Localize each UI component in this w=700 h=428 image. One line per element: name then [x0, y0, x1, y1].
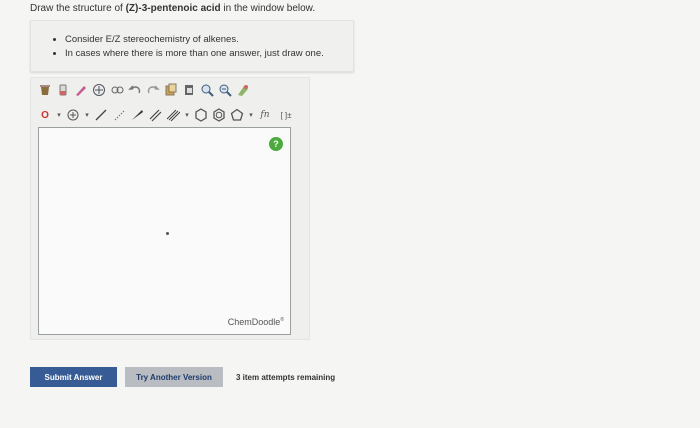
- help-label: ?: [273, 139, 279, 149]
- function-label: fn: [260, 110, 270, 120]
- element-label: O: [41, 109, 49, 121]
- canvas-dot: [166, 232, 169, 235]
- compound-name: (Z)-3-pentenoic acid: [125, 3, 221, 14]
- chevron-down-icon[interactable]: ▾: [55, 107, 63, 123]
- wedge-bond-icon[interactable]: [129, 107, 145, 123]
- element-menu[interactable]: O: [37, 107, 53, 123]
- hint-item: Consider E/Z stereochemistry of alkenes.: [65, 33, 353, 47]
- hint-item: In cases where there is more than one an…: [65, 47, 353, 61]
- chemdoodle-brand: ChemDoodle®: [227, 317, 284, 327]
- attempts-remaining: 3 item attempts remaining: [236, 373, 336, 382]
- copy-icon[interactable]: [163, 82, 179, 98]
- zoom-in-icon[interactable]: [199, 82, 215, 98]
- undo-icon[interactable]: [127, 82, 143, 98]
- chemdoodle-editor: O ▾ ▾ ▾ ▾ fn [ ]± ? ChemDoodle®: [30, 77, 310, 340]
- toolbar-row-2: O ▾ ▾ ▾ ▾ fn [ ]±: [37, 106, 297, 124]
- hash-bond-icon[interactable]: [111, 107, 127, 123]
- hints-box: Consider E/Z stereochemistry of alkenes.…: [30, 20, 354, 72]
- clean-icon[interactable]: [235, 82, 251, 98]
- prompt-text-after: in the window below.: [220, 3, 316, 14]
- charge-menu[interactable]: [65, 107, 81, 123]
- help-icon[interactable]: ?: [269, 137, 283, 151]
- single-bond-icon[interactable]: [93, 107, 109, 123]
- hexagon-ring-icon[interactable]: [193, 107, 209, 123]
- drawing-canvas[interactable]: ? ChemDoodle®: [38, 127, 291, 335]
- brand-label: ChemDoodle: [227, 317, 281, 327]
- zoom-out-icon[interactable]: [217, 82, 233, 98]
- pen-icon[interactable]: [73, 82, 89, 98]
- redo-icon[interactable]: [145, 82, 161, 98]
- try-another-version-button[interactable]: Try Another Version: [125, 367, 223, 387]
- double-bond-icon[interactable]: [147, 107, 163, 123]
- toolbar-row-1: [37, 81, 251, 99]
- pentagon-ring-icon[interactable]: [229, 107, 245, 123]
- chain-icon[interactable]: [109, 82, 125, 98]
- submit-answer-button[interactable]: Submit Answer: [30, 367, 117, 387]
- hints-list: Consider E/Z stereochemistry of alkenes.…: [31, 21, 353, 61]
- function-menu[interactable]: fn: [257, 107, 273, 123]
- chevron-down-icon[interactable]: ▾: [83, 107, 91, 123]
- benzene-ring-icon[interactable]: [211, 107, 227, 123]
- bracket-menu[interactable]: [ ]±: [275, 107, 297, 123]
- erase-icon[interactable]: [55, 82, 71, 98]
- triple-bond-icon[interactable]: [165, 107, 181, 123]
- paste-icon[interactable]: [181, 82, 197, 98]
- chevron-down-icon[interactable]: ▾: [247, 107, 255, 123]
- bracket-label: [ ]±: [280, 110, 292, 120]
- prompt-text-before: Draw the structure of: [30, 3, 126, 14]
- clear-icon[interactable]: [37, 82, 53, 98]
- question-prompt: Draw the structure of (Z)-3-pentenoic ac…: [30, 3, 315, 14]
- chevron-down-icon[interactable]: ▾: [183, 107, 191, 123]
- template-icon[interactable]: [91, 82, 107, 98]
